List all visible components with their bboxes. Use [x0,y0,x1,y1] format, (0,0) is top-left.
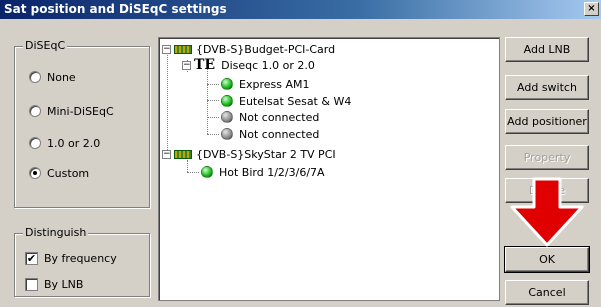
tree-node-not-connected-2[interactable]: Not connected [221,126,319,142]
gray-status-icon [221,111,233,123]
radio-diseqc-1-2-label: 1.0 or 2.0 [47,136,101,150]
checkbox-by-lnb-label: By LNB [44,277,84,291]
pci-card-icon [174,44,192,54]
tree-node-label: {DVB-S}SkyStar 2 TV PCI [196,147,336,161]
checkbox-by-frequency-box[interactable]: ✔ [25,251,38,265]
collapse-icon[interactable]: − [182,60,191,70]
tree-node-budget-pci-card[interactable]: − {DVB-S}Budget-PCI-Card [162,41,335,57]
distinguish-group: Distinguish ✔ By frequency By LNB [14,226,150,297]
checkbox-by-lnb[interactable]: By LNB [25,276,83,292]
green-status-icon [221,95,233,107]
distinguish-legend: Distinguish [23,226,89,239]
green-status-icon [201,166,213,178]
tree-connector [207,117,219,118]
tree-node-label: Not connected [239,127,320,141]
diseqc-group: DiSEqC None Mini-DiSEqC 1.0 or 2.0 Custo… [14,39,150,208]
tree-node-label: Not connected [239,110,320,124]
tree-node-label: {DVB-S}Budget-PCI-Card [196,42,336,56]
checkbox-by-lnb-box[interactable] [25,277,38,291]
tree-node-not-connected-1[interactable]: Not connected [221,109,319,125]
tree-connector [187,172,199,173]
radio-custom[interactable]: Custom [29,165,89,181]
radio-none-label: None [47,70,76,84]
tree-connector [207,84,219,85]
radio-diseqc-1-2[interactable]: 1.0 or 2.0 [29,135,100,151]
ok-button[interactable]: OK [504,246,590,273]
tree-connector [207,100,219,101]
radio-none-indicator[interactable] [29,71,41,83]
add-lnb-button[interactable]: Add LNB [505,37,589,62]
tree-node-label: Diseqc 1.0 or 2.0 [221,58,315,72]
radio-custom-label: Custom [47,166,90,180]
radio-custom-indicator[interactable] [29,167,41,179]
add-switch-button[interactable]: Add switch [505,75,589,100]
checkbox-by-frequency[interactable]: ✔ By frequency [25,250,117,266]
tree-node-eutelsat[interactable]: Eutelsat Sesat & W4 [221,93,351,109]
close-button[interactable]: × [584,2,599,16]
diseqc-legend: DiSEqC [23,39,68,52]
dialog-window: Sat position and DiSEqC settings × DiSEq… [0,0,601,307]
collapse-icon[interactable]: − [162,149,171,159]
tree-node-hot-bird[interactable]: Hot Bird 1/2/3/6/7A [201,164,325,180]
radio-diseqc-1-2-indicator[interactable] [29,137,41,149]
collapse-icon[interactable]: − [162,44,171,54]
tree-node-express-am1[interactable]: Express AM1 [221,76,309,92]
gray-status-icon [221,128,233,140]
tree-node-diseqc[interactable]: − TE Diseqc 1.0 or 2.0 [182,57,315,73]
pci-card-icon [174,149,192,159]
green-status-icon [221,78,233,90]
tree-node-label: Hot Bird 1/2/3/6/7A [219,165,325,179]
add-positioner-button[interactable]: Add positioner [505,109,589,134]
radio-mini-diseqc-indicator[interactable] [29,105,41,117]
tree-connector [167,52,168,152]
diseqc-switch-icon: TE [194,57,216,73]
title-bar: Sat position and DiSEqC settings × [0,0,601,19]
red-arrow-icon [510,177,584,247]
tree-node-label: Express AM1 [239,77,310,91]
tree-connector [207,68,208,134]
tree-node-label: Eutelsat Sesat & W4 [239,94,352,108]
radio-mini-diseqc[interactable]: Mini-DiSEqC [29,103,114,119]
window-title: Sat position and DiSEqC settings [4,2,227,16]
radio-none[interactable]: None [29,69,76,85]
checkbox-by-frequency-label: By frequency [44,251,117,265]
device-tree[interactable]: − {DVB-S}Budget-PCI-Card − TE Diseqc 1.0… [158,37,500,301]
property-button[interactable]: Property [505,145,589,170]
tree-connector [207,134,219,135]
radio-mini-diseqc-label: Mini-DiSEqC [47,104,114,118]
tree-node-skystar[interactable]: − {DVB-S}SkyStar 2 TV PCI [162,146,336,162]
cancel-button[interactable]: Cancel [505,280,589,305]
